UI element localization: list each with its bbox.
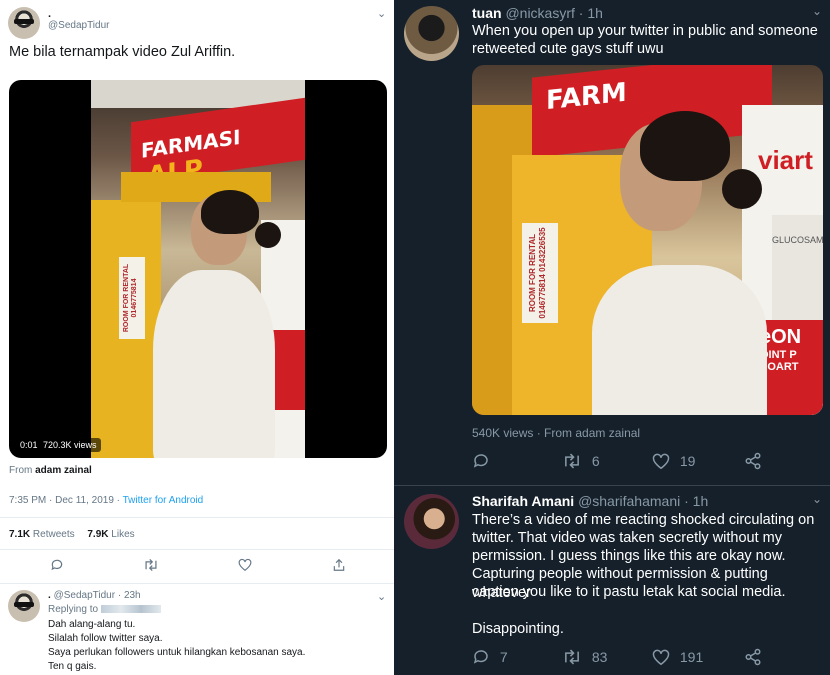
retweets-stat[interactable]: 7.1K Retweets: [9, 529, 75, 540]
heart-icon: [652, 649, 670, 665]
like-button[interactable]: 19: [652, 452, 695, 470]
retweet-icon[interactable]: [142, 558, 160, 576]
reply-icon: [473, 650, 488, 664]
heart-icon[interactable]: [236, 558, 254, 576]
client-link[interactable]: Twitter for Android: [123, 495, 204, 506]
reply-icon[interactable]: [48, 558, 66, 576]
retweet-count: 6: [591, 453, 600, 470]
reply-avatar[interactable]: [8, 590, 40, 622]
right-screenshot-panel: tuan @nickasyrf · 1h ⌄ When you open up …: [394, 0, 830, 675]
tweet-text-line: caption you like to it pastu letak kat s…: [472, 584, 786, 600]
avatar[interactable]: [404, 6, 459, 61]
reply-icon: [473, 454, 488, 468]
avatar[interactable]: [8, 7, 40, 39]
chevron-down-icon[interactable]: ⌄: [377, 7, 386, 20]
display-name[interactable]: .: [48, 8, 51, 20]
reply-header: . @SedapTidur · 23h: [48, 590, 141, 601]
reply-text-line: Dah alang-alang tu.: [48, 619, 136, 630]
retweet-count: 83: [591, 649, 608, 666]
like-button[interactable]: 191: [652, 648, 703, 666]
divider: [0, 517, 394, 518]
retweet-icon: [565, 649, 579, 665]
divider: [0, 549, 394, 550]
tweet-stats: 7.1K Retweets 7.9K Likes: [9, 529, 135, 540]
replying-to: Replying to: [48, 604, 161, 615]
video-time: 0:01: [16, 438, 42, 452]
display-name[interactable]: Sharifah Amani: [472, 493, 574, 509]
share-button[interactable]: [744, 452, 762, 473]
chevron-down-icon[interactable]: ⌄: [812, 4, 822, 18]
retweet-icon: [565, 453, 579, 469]
like-count: 19: [679, 453, 696, 470]
divider: [394, 485, 830, 486]
avatar[interactable]: [404, 494, 459, 549]
tweet-actions: [0, 558, 394, 576]
retweet-button[interactable]: 83: [562, 648, 607, 666]
share-icon: [745, 648, 761, 666]
video-views: 540K views · From adam zainal: [472, 426, 641, 440]
tweet-timestamp: 7:35 PM · Dec 11, 2019 · Twitter for And…: [9, 495, 204, 506]
chevron-down-icon[interactable]: ⌄: [377, 590, 386, 603]
reply-count: 7: [499, 649, 508, 666]
share-button[interactable]: [744, 648, 762, 669]
tweet-video[interactable]: FARMASI ALP ROOM FOR RENTAL 0146775814 0…: [9, 80, 387, 458]
tweet-image[interactable]: FARM ROOM FOR RENTAL 0146775814 01432265…: [472, 65, 823, 415]
tweet-time[interactable]: 1h: [587, 5, 603, 21]
tweet-header: Sharifah Amani @sharifahamani · 1h: [472, 493, 709, 509]
reply-button[interactable]: [472, 452, 490, 473]
like-count: 191: [679, 649, 704, 666]
video-frame: FARMASI ALP ROOM FOR RENTAL 0146775814: [91, 80, 305, 458]
share-icon[interactable]: [330, 558, 348, 576]
tweet-header: tuan @nickasyrf · 1h: [472, 5, 603, 21]
reply-text-line: Ten q gais.: [48, 661, 97, 672]
display-name[interactable]: tuan: [472, 5, 502, 21]
tweet-text-line: retweeted cute gays stuff uwu: [472, 41, 664, 57]
source-name[interactable]: adam zainal: [35, 465, 92, 476]
video-source: From adam zainal: [9, 465, 92, 476]
tweet-text-line: twitter. That video was taken secretly w…: [472, 530, 783, 546]
likes-stat[interactable]: 7.9K Likes: [87, 529, 134, 540]
handle[interactable]: @SedapTidur: [48, 20, 109, 31]
video-views: 720.3K views: [39, 438, 101, 452]
retweet-button[interactable]: 6: [562, 452, 600, 470]
share-icon: [745, 452, 761, 470]
chevron-down-icon[interactable]: ⌄: [812, 492, 822, 506]
tweet-text-line: Disappointing.: [472, 621, 564, 637]
tweet-text: Me bila ternampak video Zul Ariffin.: [9, 44, 236, 60]
heart-icon: [652, 453, 670, 469]
tweet-text-line: When you open up your twitter in public …: [472, 23, 818, 39]
divider: [0, 583, 394, 584]
reply-text-line: Silalah follow twitter saya.: [48, 633, 163, 644]
handle[interactable]: @nickasyrf: [505, 5, 574, 21]
tweet-text-line: permission. I guess things like this are…: [472, 548, 786, 564]
tweet-time[interactable]: 1h: [693, 493, 709, 509]
tweet-text-line: There’s a video of me reacting shocked c…: [472, 512, 815, 528]
blurred-handle: [100, 605, 161, 614]
rental-notice: ROOM FOR RENTAL 0146775814: [119, 257, 145, 339]
handle[interactable]: @sharifahamani: [578, 493, 680, 509]
left-screenshot-panel: . @SedapTidur ⌄ Me bila ternampak video …: [0, 0, 394, 675]
reply-button[interactable]: 7: [472, 648, 508, 666]
reply-text-line: Saya perlukan followers untuk hilangkan …: [48, 647, 306, 658]
rental-notice: ROOM FOR RENTAL 0146775814 0143226535: [522, 223, 558, 323]
